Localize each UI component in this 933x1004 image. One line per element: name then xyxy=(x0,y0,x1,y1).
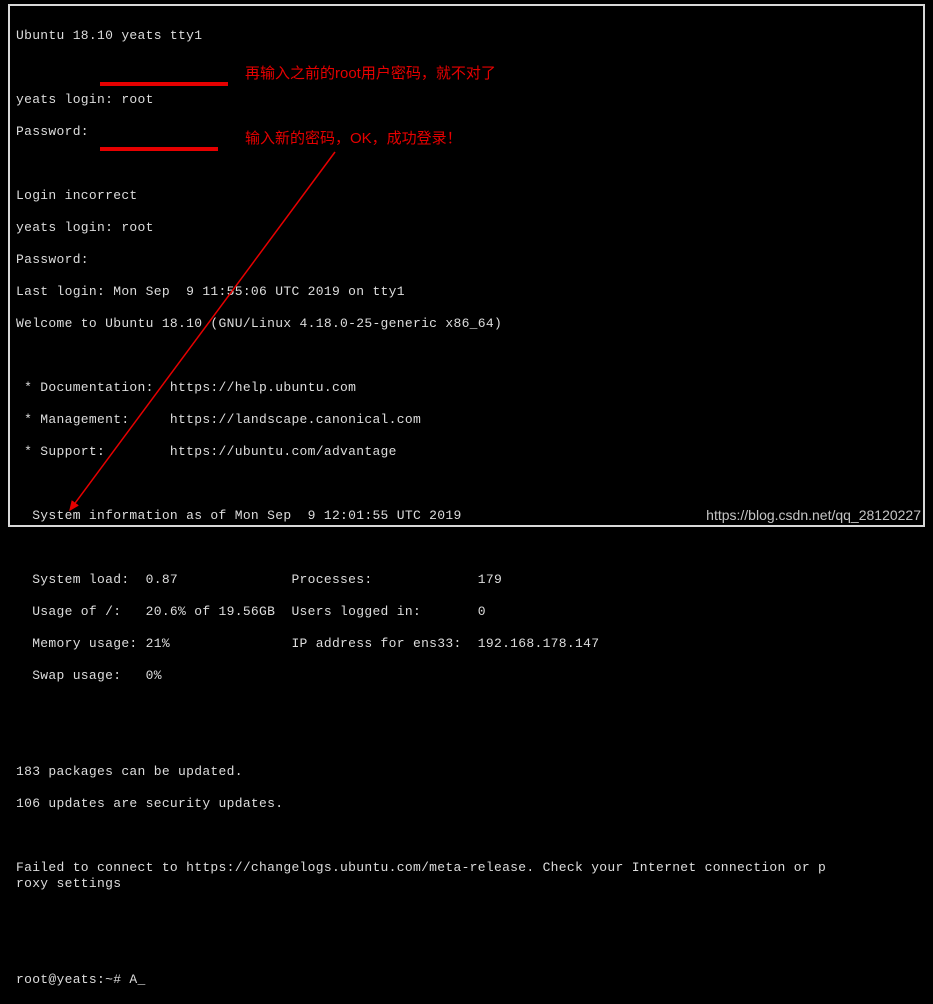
login-prompt-1: yeats login: root xyxy=(16,92,917,108)
blank xyxy=(16,348,917,364)
annotation-1: 再输入之前的root用户密码，就不对了 xyxy=(245,62,496,83)
blank xyxy=(16,908,917,924)
welcome-line: Welcome to Ubuntu 18.10 (GNU/Linux 4.18.… xyxy=(16,316,917,332)
login-incorrect: Login incorrect xyxy=(16,188,917,204)
blank xyxy=(16,476,917,492)
watermark-url: https://blog.csdn.net/qq_28120227 xyxy=(706,507,921,523)
password-prompt-2: Password: xyxy=(16,252,917,268)
blank xyxy=(16,828,917,844)
os-header: Ubuntu 18.10 yeats tty1 xyxy=(16,28,917,44)
support-line: * Support: https://ubuntu.com/advantage xyxy=(16,444,917,460)
sys-usage: Usage of /: 20.6% of 19.56GB Users logge… xyxy=(16,604,917,620)
docs-line: * Documentation: https://help.ubuntu.com xyxy=(16,380,917,396)
annotation-2: 输入新的密码，OK，成功登录！ xyxy=(245,127,462,148)
blank xyxy=(16,940,917,956)
blank xyxy=(16,156,917,172)
sys-load: System load: 0.87 Processes: 179 xyxy=(16,572,917,588)
underline-mark-1 xyxy=(100,82,228,86)
blank xyxy=(16,700,917,716)
last-login: Last login: Mon Sep 9 11:55:06 UTC 2019 … xyxy=(16,284,917,300)
blank xyxy=(16,540,917,556)
password-prompt-1: Password: xyxy=(16,124,917,140)
blank xyxy=(16,732,917,748)
underline-mark-2 xyxy=(100,147,218,151)
failed-connect: Failed to connect to https://changelogs.… xyxy=(16,860,917,892)
sys-swap: Swap usage: 0% xyxy=(16,668,917,684)
shell-prompt[interactable]: root@yeats:~# A_ xyxy=(16,972,917,988)
sys-memory: Memory usage: 21% IP address for ens33: … xyxy=(16,636,917,652)
login-prompt-2: yeats login: root xyxy=(16,220,917,236)
security-updates: 106 updates are security updates. xyxy=(16,796,917,812)
terminal-output: Ubuntu 18.10 yeats tty1 yeats login: roo… xyxy=(16,12,917,519)
mgmt-line: * Management: https://landscape.canonica… xyxy=(16,412,917,428)
packages-update: 183 packages can be updated. xyxy=(16,764,917,780)
